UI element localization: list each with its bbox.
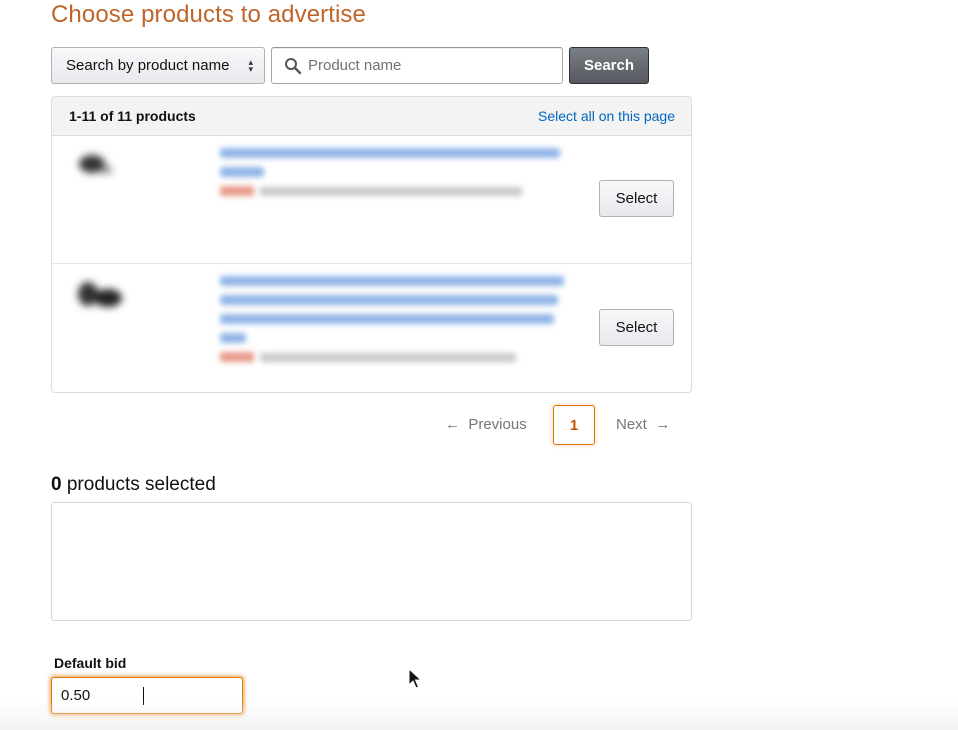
previous-label: Previous <box>468 416 527 433</box>
search-button[interactable]: Search <box>569 47 649 84</box>
previous-page-link[interactable]: ← Previous <box>445 416 527 433</box>
page: Choose products to advertise Search by p… <box>0 0 958 730</box>
mouse-pointer-icon <box>408 667 423 690</box>
arrow-right-icon: → <box>655 416 671 433</box>
page-title: Choose products to advertise <box>51 1 366 28</box>
results-header: 1-11 of 11 products Select all on this p… <box>52 97 691 136</box>
pagination: ← Previous 1 Next → <box>445 405 685 445</box>
product-row: Select <box>52 264 691 392</box>
product-info-blurred <box>220 276 564 362</box>
selected-count: 0 <box>51 474 62 495</box>
search-mode-select[interactable]: Search by product name ▴ ▾ <box>51 47 265 84</box>
selected-products-list <box>51 502 692 621</box>
next-page-link[interactable]: Next → <box>616 416 670 433</box>
product-row: Select <box>52 136 691 264</box>
search-field[interactable] <box>271 47 563 84</box>
arrow-left-icon: ← <box>445 416 460 433</box>
select-all-link[interactable]: Select all on this page <box>538 108 675 124</box>
default-bid-field[interactable] <box>51 677 243 714</box>
text-caret <box>143 687 144 705</box>
next-label: Next <box>616 416 647 433</box>
updown-arrows-icon: ▴ ▾ <box>248 57 253 74</box>
product-thumbnail <box>74 278 134 318</box>
default-bid-label: Default bid <box>54 655 127 671</box>
default-bid-input[interactable] <box>61 687 231 704</box>
search-mode-label: Search by product name <box>66 57 230 74</box>
select-product-button[interactable]: Select <box>599 180 674 217</box>
selected-products-heading: 0 products selected <box>51 474 216 496</box>
current-page-button[interactable]: 1 <box>553 405 595 445</box>
select-product-button[interactable]: Select <box>599 309 674 346</box>
product-info-blurred <box>220 148 560 196</box>
selected-label: products selected <box>66 474 216 495</box>
search-input[interactable] <box>308 57 558 74</box>
search-icon <box>284 57 302 75</box>
results-count: 1-11 of 11 products <box>69 108 196 124</box>
product-results-panel: 1-11 of 11 products Select all on this p… <box>51 96 692 393</box>
product-thumbnail <box>74 148 134 188</box>
